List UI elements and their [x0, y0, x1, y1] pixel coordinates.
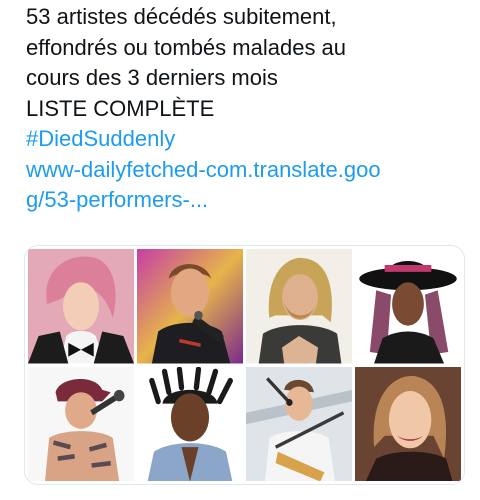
tweet-text-line: LISTE COMPLÈTE	[26, 95, 215, 121]
photo-tile-stage-singer[interactable]	[137, 249, 243, 364]
photo-grid[interactable]	[24, 245, 465, 485]
portrait-photo-icon	[246, 249, 352, 364]
photo-tile-cap-singer[interactable]	[28, 366, 134, 481]
tweet-text-line: effondrés ou tombés malades au	[26, 34, 347, 60]
portrait-photo-icon	[137, 366, 243, 481]
photo-tile-pink-hair-woman[interactable]	[28, 249, 134, 364]
portrait-photo-icon	[246, 366, 352, 481]
photo-tile-bearded-man[interactable]	[246, 249, 352, 364]
portrait-photo-icon	[28, 249, 134, 364]
photo-tile-guitar-singer[interactable]	[246, 366, 352, 481]
url-link-line-1[interactable]: www-dailyfetched-com.translate.goo	[26, 155, 476, 186]
tweet-text-line: 53 artistes décédés subitement,	[26, 4, 337, 29]
photo-tile-hat-woman[interactable]	[355, 249, 461, 364]
portrait-photo-icon	[355, 366, 461, 481]
tweet-text-line: cours des 3 derniers mois	[26, 65, 278, 90]
tweet: 53 artistes décédés subitement, effondré…	[0, 0, 480, 500]
portrait-photo-icon	[137, 249, 243, 364]
hashtag-link[interactable]: #DiedSuddenly	[26, 124, 476, 155]
photo-tile-dreadlocks-man[interactable]	[137, 366, 243, 481]
url-link-line-2[interactable]: g/53-performers-...	[26, 185, 476, 216]
portrait-photo-icon	[355, 249, 461, 364]
portrait-photo-icon	[28, 366, 134, 481]
photo-tile-smiling-woman[interactable]	[355, 366, 461, 481]
tweet-text: 53 artistes décédés subitement, effondré…	[26, 2, 476, 216]
